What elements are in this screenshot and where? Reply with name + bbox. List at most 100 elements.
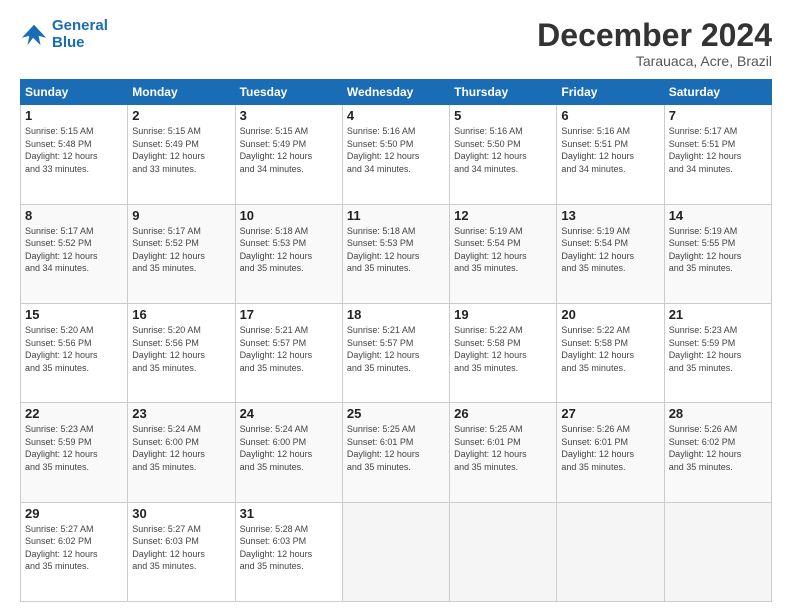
day-of-week-header: Wednesday (342, 80, 449, 105)
day-info: Sunrise: 5:18 AM Sunset: 5:53 PM Dayligh… (347, 225, 445, 275)
header: General Blue December 2024 Tarauaca, Acr… (20, 18, 772, 69)
calendar-day-cell: 26Sunrise: 5:25 AM Sunset: 6:01 PM Dayli… (450, 403, 557, 502)
calendar-day-cell: 8Sunrise: 5:17 AM Sunset: 5:52 PM Daylig… (21, 204, 128, 303)
calendar-day-cell: 7 Sunrise: 5:17 AM Sunset: 5:51 PM Daylig… (664, 105, 771, 204)
day-number: 3 (240, 108, 338, 123)
day-info: Sunrise: 5:27 AM Sunset: 6:03 PM Dayligh… (132, 523, 230, 573)
calendar-day-cell: 18 Sunrise: 5:21 AM Sunset: 5:57 PM Dayli… (342, 303, 449, 402)
day-info: Sunrise: 5:27 AM Sunset: 6:02 PM Dayligh… (25, 523, 123, 573)
day-number: 8 (25, 208, 123, 223)
day-info: Sunrise: 5:16 AM Sunset: 5:50 PM Dayligh… (454, 125, 552, 175)
calendar-day-cell: 21 Sunrise: 5:23 AM Sunset: 5:59 PM Dayli… (664, 303, 771, 402)
calendar-day-cell: 31Sunrise: 5:28 AM Sunset: 6:03 PM Dayli… (235, 502, 342, 601)
day-info: Sunrise: 5:22 AM Sunset: 5:58 PM Dayligh… (454, 324, 552, 374)
calendar-day-cell: 22 Sunrise: 5:23 AM Sunset: 5:59 PM Dayli… (21, 403, 128, 502)
calendar-day-cell: 28 Sunrise: 5:26 AM Sunset: 6:02 PM Dayli… (664, 403, 771, 502)
day-info: Sunrise: 5:26 AM Sunset: 6:02 PM Dayligh… (669, 423, 767, 473)
subtitle: Tarauaca, Acre, Brazil (537, 53, 772, 69)
calendar-day-cell: 5 Sunrise: 5:16 AM Sunset: 5:50 PM Daylig… (450, 105, 557, 204)
logo-line2: Blue (52, 34, 85, 51)
calendar-day-cell (664, 502, 771, 601)
calendar-week-row: 1 Sunrise: 5:15 AM Sunset: 5:48 PM Daylig… (21, 105, 772, 204)
calendar-day-cell (342, 502, 449, 601)
day-info: Sunrise: 5:16 AM Sunset: 5:50 PM Dayligh… (347, 125, 445, 175)
calendar-week-row: 22 Sunrise: 5:23 AM Sunset: 5:59 PM Dayli… (21, 403, 772, 502)
calendar-day-cell: 13Sunrise: 5:19 AM Sunset: 5:54 PM Dayli… (557, 204, 664, 303)
calendar-day-cell: 6 Sunrise: 5:16 AM Sunset: 5:51 PM Daylig… (557, 105, 664, 204)
day-info: Sunrise: 5:20 AM Sunset: 5:56 PM Dayligh… (25, 324, 123, 374)
calendar-day-cell: 4 Sunrise: 5:16 AM Sunset: 5:50 PM Daylig… (342, 105, 449, 204)
day-number: 6 (561, 108, 659, 123)
day-number: 1 (25, 108, 123, 123)
day-info: Sunrise: 5:22 AM Sunset: 5:58 PM Dayligh… (561, 324, 659, 374)
day-number: 9 (132, 208, 230, 223)
day-info: Sunrise: 5:21 AM Sunset: 5:57 PM Dayligh… (240, 324, 338, 374)
calendar-day-cell: 17Sunrise: 5:21 AM Sunset: 5:57 PM Dayli… (235, 303, 342, 402)
day-number: 25 (347, 406, 445, 421)
calendar-day-cell: 1 Sunrise: 5:15 AM Sunset: 5:48 PM Daylig… (21, 105, 128, 204)
day-number: 26 (454, 406, 552, 421)
day-number: 12 (454, 208, 552, 223)
day-info: Sunrise: 5:19 AM Sunset: 5:55 PM Dayligh… (669, 225, 767, 275)
calendar-day-cell: 12 Sunrise: 5:19 AM Sunset: 5:54 PM Dayli… (450, 204, 557, 303)
day-number: 5 (454, 108, 552, 123)
day-of-week-header: Tuesday (235, 80, 342, 105)
calendar-day-cell: 19 Sunrise: 5:22 AM Sunset: 5:58 PM Dayli… (450, 303, 557, 402)
day-number: 29 (25, 506, 123, 521)
logo-icon (20, 21, 48, 49)
day-number: 28 (669, 406, 767, 421)
day-of-week-header: Sunday (21, 80, 128, 105)
day-number: 7 (669, 108, 767, 123)
calendar-day-cell (557, 502, 664, 601)
day-number: 19 (454, 307, 552, 322)
day-info: Sunrise: 5:23 AM Sunset: 5:59 PM Dayligh… (25, 423, 123, 473)
title-block: December 2024 Tarauaca, Acre, Brazil (537, 18, 772, 69)
day-number: 16 (132, 307, 230, 322)
main-title: December 2024 (537, 18, 772, 53)
day-of-week-header: Monday (128, 80, 235, 105)
day-info: Sunrise: 5:16 AM Sunset: 5:51 PM Dayligh… (561, 125, 659, 175)
logo: General Blue (20, 18, 108, 51)
day-number: 15 (25, 307, 123, 322)
day-number: 14 (669, 208, 767, 223)
calendar-day-cell: 16Sunrise: 5:20 AM Sunset: 5:56 PM Dayli… (128, 303, 235, 402)
calendar-day-cell: 20 Sunrise: 5:22 AM Sunset: 5:58 PM Dayli… (557, 303, 664, 402)
calendar-day-cell: 14 Sunrise: 5:19 AM Sunset: 5:55 PM Dayli… (664, 204, 771, 303)
calendar-day-cell: 2Sunrise: 5:15 AM Sunset: 5:49 PM Daylig… (128, 105, 235, 204)
day-info: Sunrise: 5:26 AM Sunset: 6:01 PM Dayligh… (561, 423, 659, 473)
day-number: 27 (561, 406, 659, 421)
day-number: 18 (347, 307, 445, 322)
day-info: Sunrise: 5:24 AM Sunset: 6:00 PM Dayligh… (132, 423, 230, 473)
day-info: Sunrise: 5:15 AM Sunset: 5:49 PM Dayligh… (240, 125, 338, 175)
day-info: Sunrise: 5:17 AM Sunset: 5:51 PM Dayligh… (669, 125, 767, 175)
day-info: Sunrise: 5:21 AM Sunset: 5:57 PM Dayligh… (347, 324, 445, 374)
day-number: 10 (240, 208, 338, 223)
day-info: Sunrise: 5:17 AM Sunset: 5:52 PM Dayligh… (132, 225, 230, 275)
calendar-day-cell: 15 Sunrise: 5:20 AM Sunset: 5:56 PM Dayli… (21, 303, 128, 402)
logo-line1: General (52, 17, 108, 34)
day-number: 24 (240, 406, 338, 421)
day-info: Sunrise: 5:25 AM Sunset: 6:01 PM Dayligh… (347, 423, 445, 473)
calendar-day-cell: 3 Sunrise: 5:15 AM Sunset: 5:49 PM Daylig… (235, 105, 342, 204)
day-info: Sunrise: 5:23 AM Sunset: 5:59 PM Dayligh… (669, 324, 767, 374)
day-of-week-header: Saturday (664, 80, 771, 105)
calendar-day-cell: 27 Sunrise: 5:26 AM Sunset: 6:01 PM Dayli… (557, 403, 664, 502)
day-number: 21 (669, 307, 767, 322)
calendar-week-row: 8 Sunrise: 5:17 AM Sunset: 5:52 PM Daylig… (21, 204, 772, 303)
day-number: 31 (240, 506, 338, 521)
day-of-week-header: Friday (557, 80, 664, 105)
day-number: 20 (561, 307, 659, 322)
calendar-week-row: 29 Sunrise: 5:27 AM Sunset: 6:02 PM Dayli… (21, 502, 772, 601)
logo-text: General Blue (52, 18, 108, 51)
day-number: 30 (132, 506, 230, 521)
calendar-day-cell (450, 502, 557, 601)
day-number: 4 (347, 108, 445, 123)
day-info: Sunrise: 5:15 AM Sunset: 5:49 PM Dayligh… (132, 125, 230, 175)
day-info: Sunrise: 5:18 AM Sunset: 5:53 PM Dayligh… (240, 225, 338, 275)
day-info: Sunrise: 5:19 AM Sunset: 5:54 PM Dayligh… (454, 225, 552, 275)
day-number: 22 (25, 406, 123, 421)
calendar-week-row: 15 Sunrise: 5:20 AM Sunset: 5:56 PM Dayli… (21, 303, 772, 402)
calendar-header-row: SundayMondayTuesdayWednesdayThursdayFrid… (21, 80, 772, 105)
calendar-day-cell: 23Sunrise: 5:24 AM Sunset: 6:00 PM Dayli… (128, 403, 235, 502)
day-info: Sunrise: 5:15 AM Sunset: 5:48 PM Dayligh… (25, 125, 123, 175)
